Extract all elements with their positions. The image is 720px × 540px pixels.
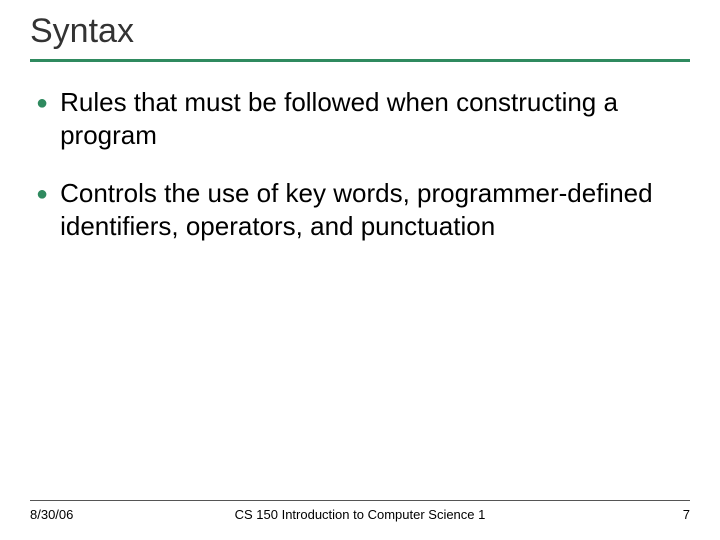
footer-course: CS 150 Introduction to Computer Science … [195, 507, 525, 522]
footer-date: 8/30/06 [30, 507, 195, 522]
bullet-item: ● Rules that must be followed when const… [36, 86, 690, 151]
slide: Syntax ● Rules that must be followed whe… [0, 0, 720, 540]
bullet-icon: ● [36, 90, 48, 116]
bullet-icon: ● [36, 181, 48, 207]
title-underline [30, 59, 690, 62]
bullet-text: Rules that must be followed when constru… [60, 86, 690, 151]
slide-title: Syntax [30, 12, 690, 51]
footer-page: 7 [525, 507, 690, 522]
bullet-item: ● Controls the use of key words, program… [36, 177, 690, 242]
slide-content: ● Rules that must be followed when const… [30, 86, 690, 540]
footer-line [30, 500, 690, 501]
bullet-text: Controls the use of key words, programme… [60, 177, 690, 242]
footer-row: 8/30/06 CS 150 Introduction to Computer … [30, 507, 690, 522]
slide-footer: 8/30/06 CS 150 Introduction to Computer … [30, 500, 690, 522]
